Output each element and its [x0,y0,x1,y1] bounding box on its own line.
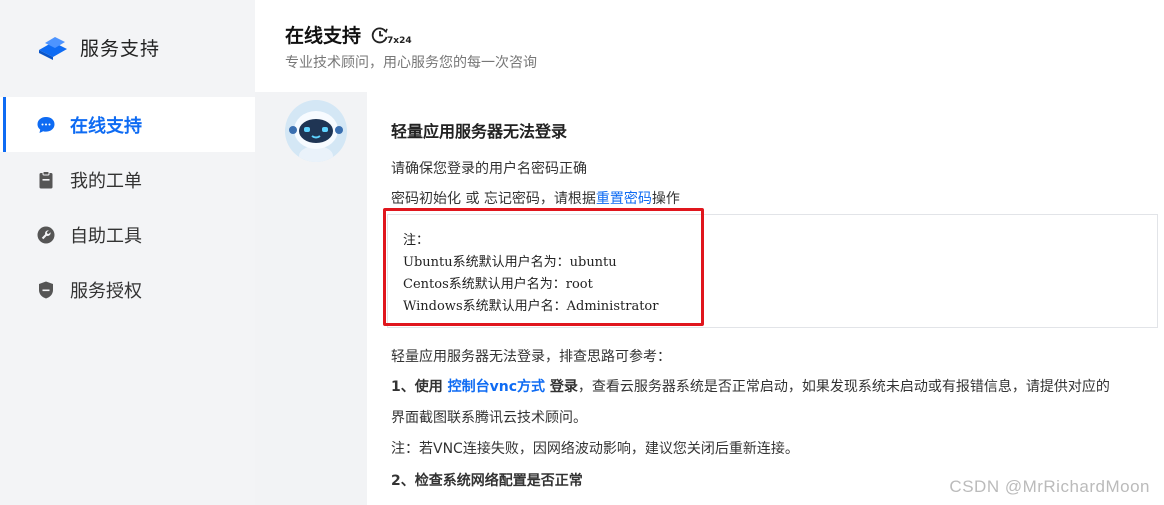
chat-area: 轻量应用服务器无法登录 请确保您登录的用户名密码正确 密码初始化 或 忘记密码，… [255,92,1164,505]
badge-label: 7x24 [387,35,412,46]
message-card: 轻量应用服务器无法登录 请确保您登录的用户名密码正确 密码初始化 或 忘记密码，… [367,92,1164,505]
clipboard-icon [36,170,56,190]
sidebar-item-online-support[interactable]: 在线支持 [0,97,255,152]
sidebar: 服务支持 在线支持 我的工单 自助工具 服务授权 [0,0,255,505]
watermark: CSDN @MrRichardMoon [949,477,1150,496]
sidebar-nav: 在线支持 我的工单 自助工具 服务授权 [0,97,255,317]
page-header: 在线支持 7x24 专业技术顾问，用心服务您的每一次咨询 [255,0,1164,92]
brand-title: 服务支持 [80,37,161,60]
sidebar-item-service-authorization[interactable]: 服务授权 [0,262,255,317]
troubleshoot-intro: 轻量应用服务器无法登录，排查思路可参考： [391,349,671,365]
chat-bubble-icon [36,115,56,135]
header-title-row: 在线支持 7x24 [285,21,412,48]
page-subtitle: 专业技术顾问，用心服务您的每一次咨询 [285,55,537,71]
step1-line2: 界面截图联系腾讯云技术顾问。 [391,410,587,426]
reset-suffix: 操作 [651,191,680,207]
step1-text: ，查看云服务器系统是否正常启动，如果发现系统未启动或有报错信息，请提供对应的 [577,379,1110,395]
wrench-icon [36,225,56,245]
message-line-credentials: 请确保您登录的用户名密码正确 [391,161,587,177]
vnc-note: 注：若VNC连接失败，因网络波动影响，建议您关闭后重新连接。 [391,441,799,457]
message-line-reset: 密码初始化 或 忘记密码，请根据重置密码操作 [391,188,680,208]
service-hours-badge: 7x24 [371,26,412,46]
sidebar-item-label: 自助工具 [70,225,142,247]
reset-password-link[interactable]: 重置密码 [596,191,652,207]
sidebar-item-label: 在线支持 [70,115,142,137]
cloud-logo-icon [36,30,70,64]
brand[interactable]: 服务支持 [36,30,160,64]
sidebar-item-label: 我的工单 [70,170,142,192]
reset-prefix: 密码初始化 或 忘记密码，请根据 [391,191,596,207]
sidebar-item-self-service-tools[interactable]: 自助工具 [0,207,255,262]
step1-prefix: 1、使用 [391,379,448,395]
shield-icon [36,280,56,300]
step2-line: 2、检查系统网络配置是否正常 [391,473,583,489]
step1-line: 1、使用 控制台vnc方式 登录，查看云服务器系统是否正常启动，如果发现系统未启… [391,376,1110,396]
message-title: 轻量应用服务器无法登录 [391,122,568,141]
step1-login: 登录 [545,379,578,395]
sidebar-item-label: 服务授权 [70,280,142,302]
red-highlight-box [383,208,704,326]
page-title: 在线支持 [285,25,362,47]
vnc-console-link[interactable]: 控制台vnc方式 [448,379,545,395]
bot-avatar [285,100,347,162]
sidebar-item-my-tickets[interactable]: 我的工单 [0,152,255,207]
